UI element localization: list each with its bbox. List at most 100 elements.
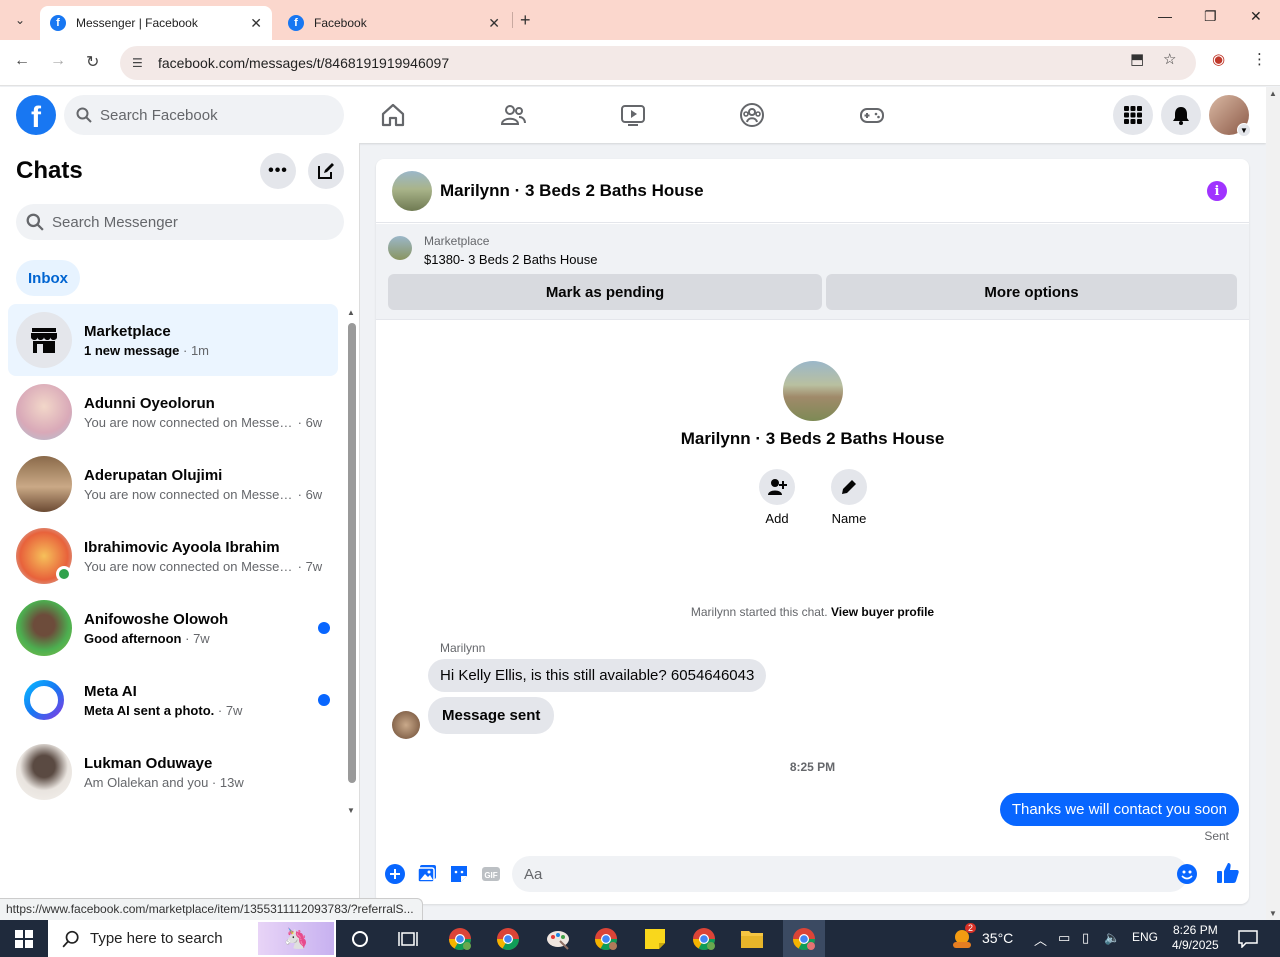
add-label: Add [765,511,789,526]
facebook-favicon-icon: f [288,15,304,31]
facebook-logo-icon[interactable]: f [16,95,56,135]
gif-icon[interactable]: GIF [480,863,502,885]
start-button[interactable] [0,920,48,957]
browser-toolbar: ← → ↻ ☰ facebook.com/messages/t/84681919… [0,40,1280,86]
add-action[interactable]: Add [747,469,807,526]
gaming-icon[interactable] [858,101,886,129]
chrome-profile-2-icon[interactable] [592,925,620,953]
chat-list-scrollbar[interactable]: ▲ ▼ [346,308,358,815]
chat-item-anifowoshe-olowoh[interactable]: Anifowoshe Olowoh Good afternoon · 7w [8,592,338,664]
chrome-icon[interactable] [494,925,522,953]
scroll-down-icon[interactable]: ▼ [1269,909,1277,918]
weather-icon[interactable]: 2 [948,923,976,953]
taskbar-search-input[interactable]: Type here to search 🦄 [48,920,336,957]
browser-tab-bar: ⌄ f Messenger | Facebook ✕ f Facebook ✕ … [0,0,1280,40]
name-action[interactable]: Name [819,469,879,526]
messenger-search-input[interactable]: Search Messenger [16,204,344,240]
chrome-profile-3-icon[interactable] [690,925,718,953]
add-button[interactable] [759,469,795,505]
profile-icon[interactable]: ◉ [1212,50,1225,68]
language-indicator[interactable]: ENG [1132,930,1158,944]
file-explorer-icon[interactable] [738,925,766,953]
scroll-up-icon[interactable]: ▲ [347,308,355,317]
network-icon[interactable]: ▭ [1058,930,1070,946]
notification-center-icon[interactable] [1234,925,1262,953]
status-url-tooltip: https://www.facebook.com/marketplace/ite… [0,898,423,920]
sticker-icon[interactable] [448,863,470,885]
chat-item-aderupatan-olujimi[interactable]: Aderupatan Olujimi You are now connected… [8,448,338,520]
page-scrollbar[interactable]: ▲ ▼ [1266,87,1280,920]
listing-thumbnail[interactable] [388,236,412,260]
forward-icon[interactable]: → [50,52,66,70]
back-icon[interactable]: ← [14,52,30,70]
scroll-up-icon[interactable]: ▲ [1269,89,1277,98]
mark-as-pending-button[interactable]: Mark as pending [388,274,822,310]
friends-icon[interactable] [499,101,527,129]
address-bar[interactable]: ☰ facebook.com/messages/t/84681919199460… [120,46,1196,80]
restore-icon[interactable]: ❐ [1204,8,1217,25]
chat-item-marketplace[interactable]: Marketplace 1 new message · 1m [8,304,338,376]
menu-grid-button[interactable] [1113,95,1153,135]
chats-sidebar: Chats ••• Search Messenger Inbox Marketp… [0,143,360,920]
tab-search-icon[interactable]: ⌄ [8,8,32,32]
sticky-notes-icon[interactable] [641,925,669,953]
tab-facebook[interactable]: f Facebook ✕ [278,6,510,40]
paint-app-icon[interactable] [544,925,572,953]
close-tab-icon[interactable]: ✕ [250,15,262,32]
facebook-search-input[interactable]: Search Facebook [64,95,344,135]
conversation-avatar[interactable] [392,170,432,211]
site-settings-icon[interactable]: ☰ [132,56,150,70]
task-view-icon[interactable] [394,925,422,953]
clock[interactable]: 8:26 PM 4/9/2025 [1172,923,1219,953]
incoming-message[interactable]: Message sent [428,697,555,734]
listing-title[interactable]: $1380- 3 Beds 2 Baths House [424,252,597,267]
chat-item-meta-ai[interactable]: Meta AI Meta AI sent a photo. · 7w [8,664,338,736]
emoji-icon[interactable] [1176,863,1198,885]
more-actions-icon[interactable] [384,863,406,885]
profile-avatar[interactable] [783,361,843,421]
bookmark-star-icon[interactable]: ☆ [1163,50,1176,68]
home-icon[interactable] [379,101,407,129]
inbox-filter-tab[interactable]: Inbox [16,260,80,296]
groups-icon[interactable] [738,101,766,129]
chat-item-lukman-oduwaye[interactable]: Lukman Oduwaye Am Olalekan and you · 13w [8,736,338,808]
chrome-active-window-icon[interactable] [783,920,825,957]
scroll-down-icon[interactable]: ▼ [347,806,355,815]
notifications-button[interactable] [1161,95,1201,135]
chat-item-ibrahimovic-ayoola-ibrahim[interactable]: Ibrahimovic Ayoola Ibrahim You are now c… [8,520,338,592]
browser-menu-icon[interactable]: ⋮ [1252,50,1267,68]
new-message-button[interactable] [308,153,344,189]
close-window-icon[interactable]: ✕ [1250,8,1262,25]
conversation-title[interactable]: Marilynn · 3 Beds 2 Baths House [440,181,704,201]
sender-avatar[interactable] [392,711,420,739]
scrollbar-thumb[interactable] [348,323,356,783]
photo-icon[interactable] [416,863,438,885]
view-buyer-profile-link[interactable]: View buyer profile [831,605,934,619]
conversation-info-icon[interactable]: i [1207,181,1227,201]
install-app-icon[interactable]: ⬒ [1130,50,1144,68]
message-input[interactable] [512,856,1188,892]
chat-options-button[interactable]: ••• [260,153,296,189]
volume-icon[interactable]: 🔈 [1104,930,1120,946]
bell-icon [1173,107,1189,125]
show-hidden-icons-icon[interactable]: ︿ [1034,930,1047,949]
reload-icon[interactable]: ↻ [86,52,99,72]
close-tab-icon[interactable]: ✕ [488,15,500,32]
battery-icon[interactable]: ▯ [1082,930,1089,946]
tab-messenger[interactable]: f Messenger | Facebook ✕ [40,6,272,40]
account-avatar[interactable]: ▼ [1209,95,1251,137]
new-tab-icon[interactable]: + [520,10,531,31]
cortana-icon[interactable] [346,925,374,953]
incoming-message[interactable]: Hi Kelly Ellis, is this still available?… [428,659,767,692]
temperature-text[interactable]: 35°C [982,930,1013,946]
thumbs-up-icon[interactable] [1216,861,1240,885]
chat-item-adunni-oyeolorun[interactable]: Adunni Oyeolorun You are now connected o… [8,376,338,448]
outgoing-message[interactable]: Thanks we will contact you soon [999,793,1239,826]
online-status-icon [56,566,72,582]
name-button[interactable] [831,469,867,505]
more-options-button[interactable]: More options [826,274,1237,310]
video-icon[interactable] [619,101,647,129]
minimize-icon[interactable]: — [1158,8,1172,24]
chrome-profile-icon[interactable] [446,925,474,953]
avatar [16,456,72,512]
